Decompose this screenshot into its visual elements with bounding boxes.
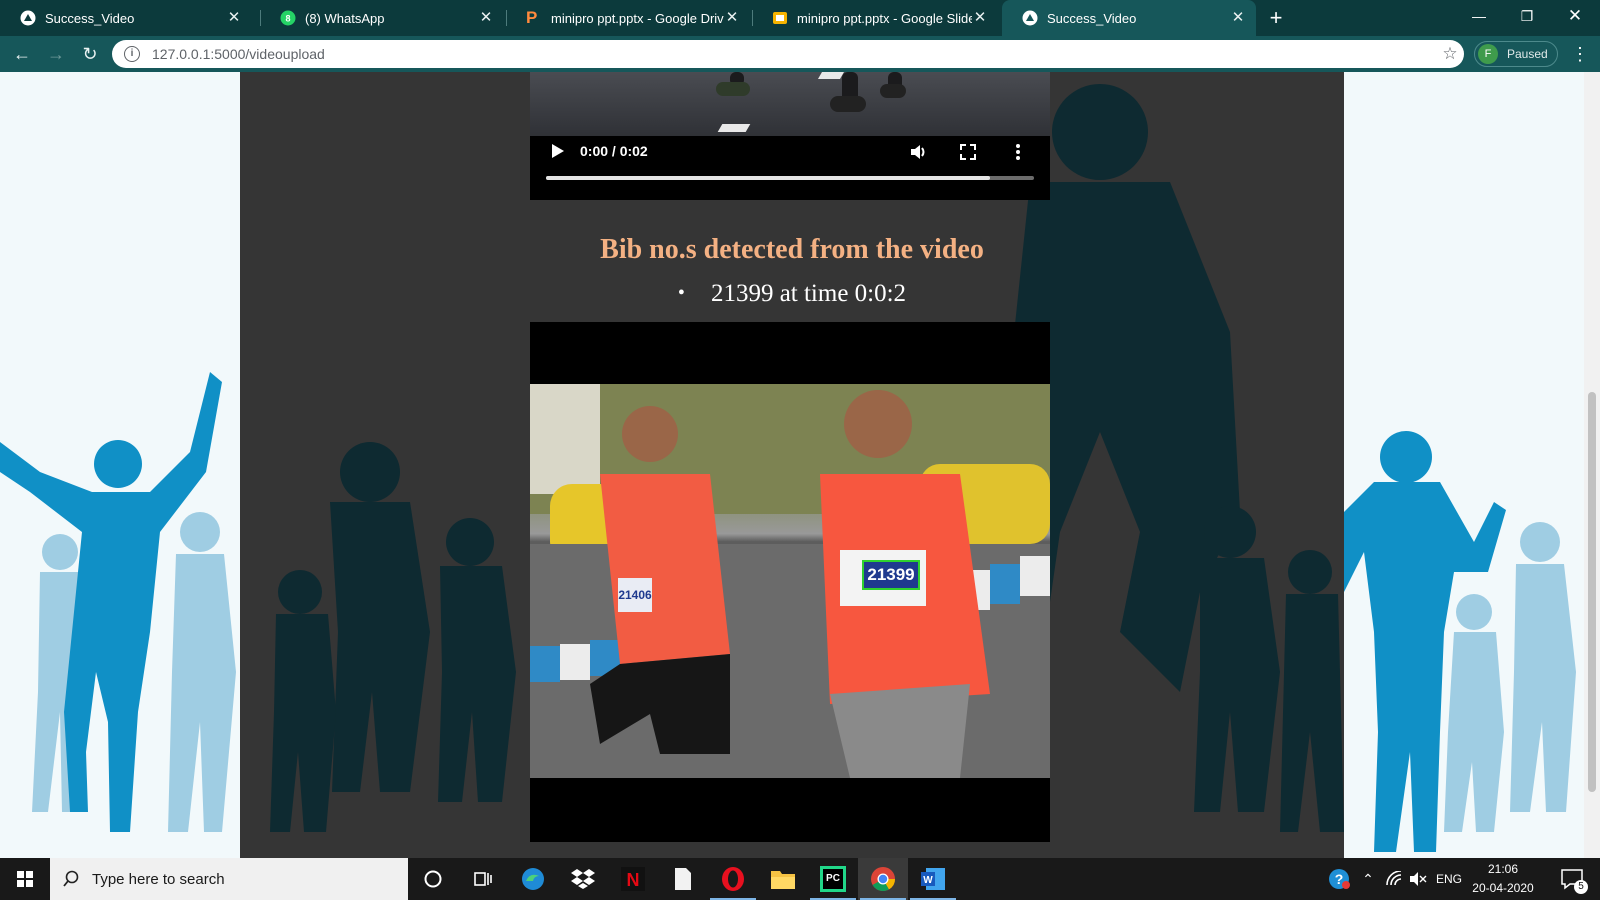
powerpoint-p-icon: P [526, 8, 538, 27]
notifications-button[interactable]: 5 [1552, 858, 1592, 900]
google-slides-icon [773, 12, 787, 24]
play-icon[interactable] [548, 142, 566, 160]
word-icon[interactable]: W [908, 858, 958, 900]
clock-date: 20-04-2020 [1472, 881, 1534, 895]
volume-muted-icon[interactable] [1406, 858, 1430, 900]
clock[interactable]: 21:06 20-04-2020 [1466, 860, 1540, 898]
windows-logo-icon [17, 871, 33, 887]
browser-toolbar: ← → ↻ i 127.0.0.1:5000/videoupload ☆ F P… [0, 36, 1600, 72]
file-explorer-icon[interactable] [758, 858, 808, 900]
tab-google-drive[interactable]: P minipro ppt.pptx - Google Drive ✕ [506, 0, 750, 36]
right-decoration [1344, 72, 1584, 858]
opera-icon[interactable] [708, 858, 758, 900]
svg-text:N: N [627, 870, 640, 890]
runner-shoe [880, 84, 906, 98]
whatsapp-icon: 8 [280, 10, 296, 26]
profile-button[interactable]: F Paused [1474, 41, 1558, 67]
time-readout: 0:00 / 0:02 [580, 143, 648, 159]
close-tab-icon[interactable]: ✕ [478, 10, 494, 26]
runner-silhouettes-right [1344, 431, 1576, 852]
site-info-icon[interactable]: i [124, 46, 140, 62]
address-bar[interactable]: i 127.0.0.1:5000/videoupload ☆ [112, 40, 1464, 68]
svg-text:W: W [923, 875, 933, 886]
video-frame[interactable] [530, 72, 1050, 136]
close-window-button[interactable]: ✕ [1552, 0, 1598, 32]
taskbar-search[interactable]: Type here to search [50, 858, 408, 900]
video-controls: 0:00 / 0:02 [530, 136, 1050, 200]
detection-item: 21399 at time 0:0:2 [240, 280, 1344, 308]
reload-button[interactable]: ↻ [78, 42, 102, 66]
page-viewport: 0:00 / 0:02 Bib no.s detected from the v… [0, 72, 1600, 858]
runner-silhouettes-left [0, 372, 236, 832]
page-title: Bib no.s detected from the video [600, 234, 984, 265]
task-view-icon[interactable] [458, 858, 508, 900]
left-decoration [0, 72, 240, 858]
scrollbar-thumb[interactable] [1588, 392, 1596, 792]
runners-photo: 21406 21399 [530, 384, 1050, 778]
video-progress-bar[interactable] [546, 176, 1034, 180]
close-tab-icon[interactable]: ✕ [1230, 10, 1246, 26]
more-options-icon[interactable] [1008, 142, 1028, 162]
svg-text:8: 8 [285, 14, 290, 24]
photo-scene: 21406 [530, 384, 1050, 778]
volume-icon[interactable] [908, 142, 928, 162]
flask-globe-icon [1022, 10, 1038, 26]
dropbox-icon[interactable] [558, 858, 608, 900]
close-tab-icon[interactable]: ✕ [724, 10, 740, 26]
fullscreen-icon[interactable] [958, 142, 978, 162]
close-tab-icon[interactable]: ✕ [226, 10, 242, 26]
search-placeholder: Type here to search [92, 870, 225, 888]
detection-list: 21399 at time 0:0:2 [240, 280, 1344, 308]
svg-text:PC: PC [826, 873, 840, 884]
profile-status: Paused [1507, 47, 1548, 61]
url-text[interactable]: 127.0.0.1:5000/videoupload [152, 46, 1436, 62]
browser-menu-icon[interactable]: ⋮ [1570, 42, 1590, 66]
bookmark-star-icon[interactable]: ☆ [1436, 44, 1464, 64]
network-icon[interactable] [1382, 858, 1406, 900]
video-player[interactable]: 0:00 / 0:02 [530, 72, 1050, 200]
svg-text:?: ? [1335, 871, 1344, 887]
cortana-icon[interactable] [408, 858, 458, 900]
tab-whatsapp[interactable]: 8 (8) WhatsApp ✕ [260, 0, 504, 36]
netflix-icon[interactable]: N [608, 858, 658, 900]
forward-button[interactable]: → [44, 42, 68, 66]
content-panel: 0:00 / 0:02 Bib no.s detected from the v… [240, 72, 1344, 858]
notification-count: 5 [1574, 880, 1588, 894]
help-icon[interactable]: ? [1326, 858, 1352, 900]
back-button[interactable]: ← [10, 42, 34, 66]
tab-strip: Success_Video ✕ 8 (8) WhatsApp ✕ P minip… [0, 0, 1600, 36]
tab-success-video-active[interactable]: Success_Video ✕ [1002, 0, 1256, 36]
road-marking [717, 124, 751, 132]
road-marking [817, 72, 845, 79]
edge-icon[interactable] [508, 858, 558, 900]
pycharm-icon[interactable]: PC [808, 858, 858, 900]
detection-result-image: 21406 21399 [530, 322, 1050, 842]
restore-button[interactable]: ❐ [1504, 0, 1550, 32]
minimize-button[interactable]: — [1456, 0, 1502, 32]
video-progress-fill [546, 176, 991, 180]
file-icon[interactable] [658, 858, 708, 900]
start-button[interactable] [0, 858, 50, 900]
avatar: F [1478, 44, 1498, 64]
bib-detection-box: 21399 [862, 560, 920, 590]
clock-time: 21:06 [1487, 862, 1519, 876]
windows-taskbar: Type here to search N PC W ? ⌃ ENG 21:06… [0, 858, 1600, 900]
chrome-icon[interactable] [858, 858, 908, 900]
show-hidden-icons-icon[interactable]: ⌃ [1356, 858, 1380, 900]
search-icon [63, 870, 79, 887]
tab-google-slides[interactable]: minipro ppt.pptx - Google Slides ✕ [752, 0, 998, 36]
close-tab-icon[interactable]: ✕ [972, 10, 988, 26]
visible-bib-left: 21406 [618, 588, 652, 602]
flask-globe-icon [20, 10, 36, 26]
runner-shoe [830, 96, 866, 112]
runner-shoe [716, 82, 750, 96]
tab-success-video-1[interactable]: Success_Video ✕ [0, 0, 252, 36]
new-tab-button[interactable]: + [1264, 6, 1288, 30]
language-indicator[interactable]: ENG [1432, 858, 1466, 900]
